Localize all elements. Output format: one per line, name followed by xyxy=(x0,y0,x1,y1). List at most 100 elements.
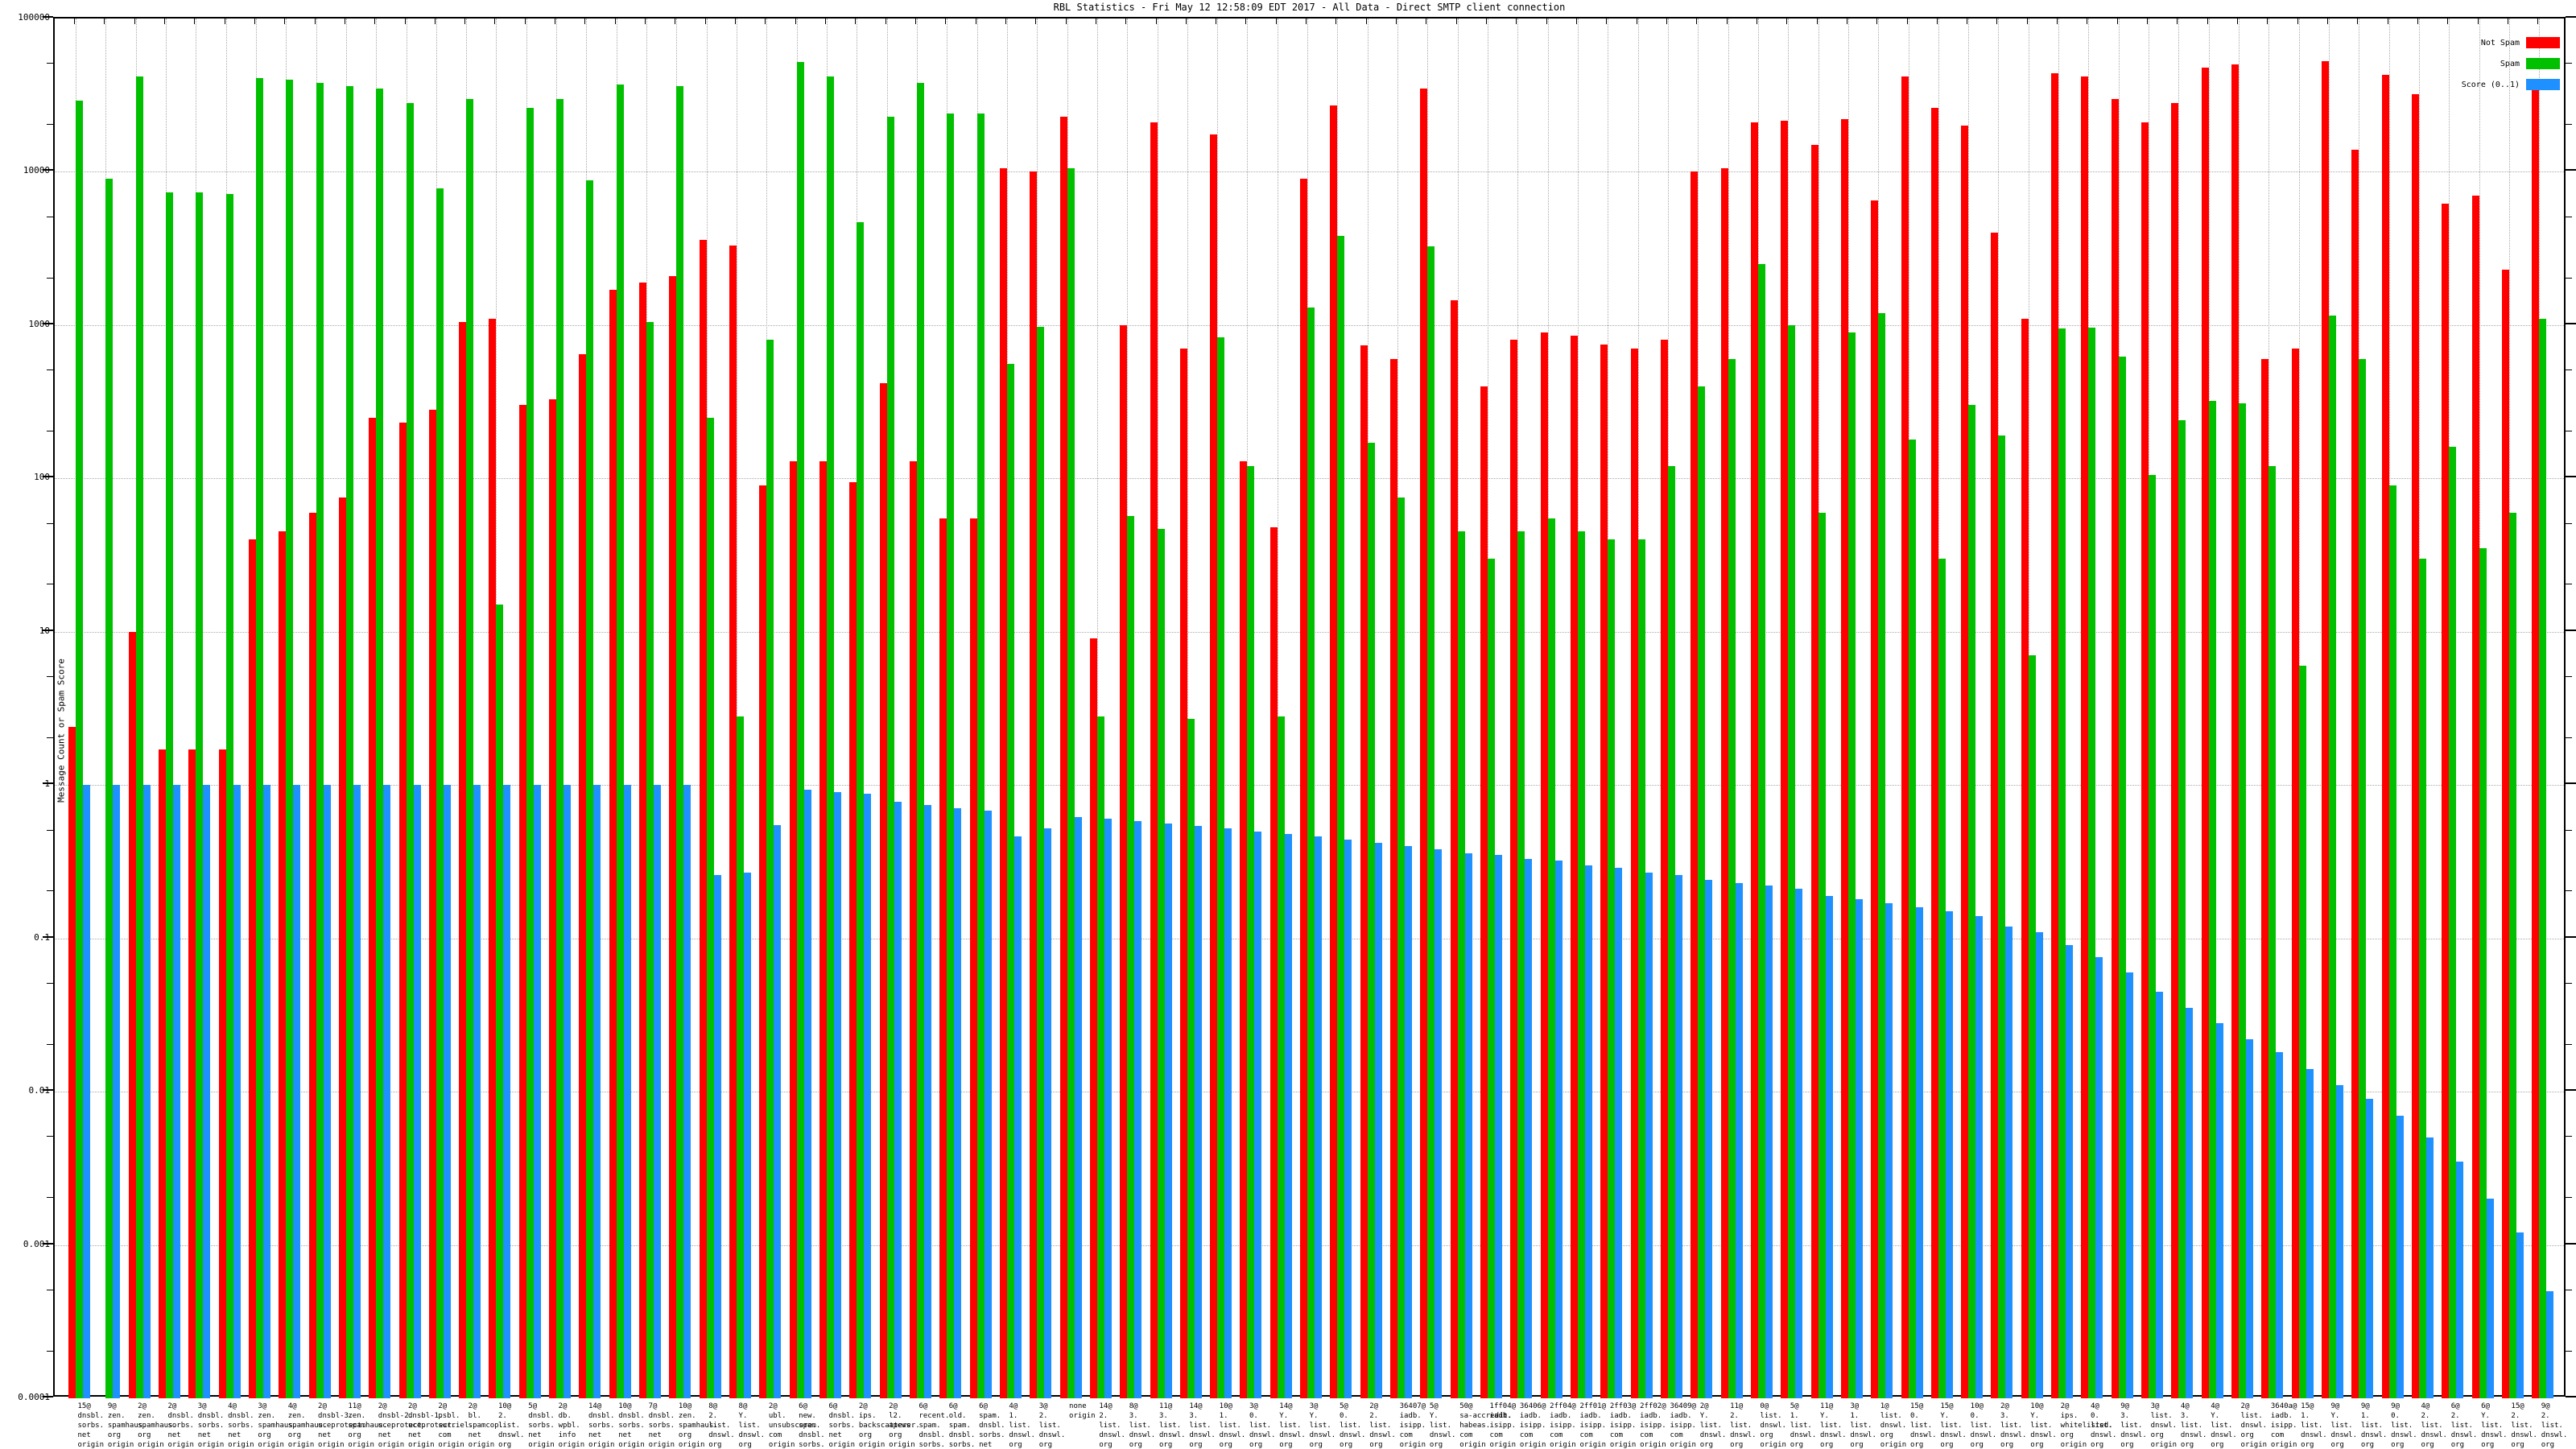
y-axis-title: Message Count or Spam Score xyxy=(56,425,67,1037)
bar-spam xyxy=(526,108,534,1398)
legend-label-not-spam: Not Spam xyxy=(2481,39,2520,47)
y-tick xyxy=(43,16,53,18)
legend-label-score: Score (0..1) xyxy=(2462,80,2520,89)
x-top-tick xyxy=(645,17,646,24)
bar-score xyxy=(1645,873,1653,1398)
x-top-tick xyxy=(2237,17,2238,24)
y-minor-tick xyxy=(47,369,53,370)
bar-score xyxy=(1916,907,1923,1398)
y-minor-tick xyxy=(47,983,53,984)
x-top-tick xyxy=(315,17,316,24)
bar-score xyxy=(2396,1116,2404,1398)
x-top-tick xyxy=(435,17,436,24)
y-minor-tick xyxy=(2566,124,2572,125)
bar-score xyxy=(1134,821,1141,1398)
bar-score xyxy=(1555,861,1563,1398)
x-top-tick xyxy=(1907,17,1908,24)
x-top-tick xyxy=(1876,17,1877,24)
y-tick xyxy=(2566,323,2576,324)
bar-score xyxy=(83,785,90,1398)
bar-not-spam xyxy=(1841,119,1848,1398)
bar-not-spam xyxy=(1210,134,1217,1398)
bar-score xyxy=(1014,836,1022,1398)
bar-not-spam xyxy=(1420,89,1427,1398)
bar-spam xyxy=(2088,328,2095,1398)
bar-score xyxy=(2095,957,2103,1398)
bar-spam xyxy=(105,179,113,1398)
bar-not-spam xyxy=(309,513,316,1398)
bar-spam xyxy=(2209,401,2216,1398)
x-top-tick xyxy=(2297,17,2298,24)
bar-score xyxy=(2306,1069,2314,1398)
bar-not-spam xyxy=(1150,122,1158,1398)
bar-score xyxy=(143,785,151,1398)
bar-spam xyxy=(1278,716,1285,1398)
bar-score xyxy=(1705,880,1712,1398)
bar-not-spam xyxy=(1991,233,1998,1398)
bar-spam xyxy=(2389,485,2396,1398)
x-top-tick xyxy=(735,17,736,24)
bar-spam xyxy=(1368,443,1375,1398)
bar-score xyxy=(473,785,481,1398)
bar-spam xyxy=(2479,548,2487,1398)
bar-not-spam xyxy=(1541,332,1548,1398)
bar-spam xyxy=(2449,447,2456,1398)
y-tick xyxy=(2566,782,2576,784)
y-tick xyxy=(2566,476,2576,477)
bar-score xyxy=(2546,1291,2553,1398)
y-minor-tick xyxy=(2566,737,2572,738)
bar-not-spam xyxy=(2261,359,2268,1398)
x-top-tick xyxy=(1125,17,1126,24)
x-top-tick xyxy=(104,17,105,24)
bar-spam xyxy=(407,103,414,1398)
bar-spam xyxy=(376,89,383,1398)
x-top-tick xyxy=(2207,17,2208,24)
y-minor-tick xyxy=(2566,1197,2572,1198)
y-minor-tick xyxy=(47,737,53,738)
y-tick xyxy=(2566,1243,2576,1245)
x-top-tick xyxy=(1066,17,1067,24)
bar-spam xyxy=(1187,719,1195,1398)
bar-score xyxy=(834,792,841,1398)
bar-not-spam xyxy=(819,461,827,1398)
bar-score xyxy=(1856,899,1863,1398)
x-top-tick xyxy=(2267,17,2268,24)
bar-score xyxy=(444,785,451,1398)
bar-score xyxy=(1104,819,1112,1398)
bar-spam xyxy=(827,76,834,1398)
bar-not-spam xyxy=(2112,99,2119,1398)
bar-spam xyxy=(1758,264,1765,1398)
y-minor-tick xyxy=(47,523,53,524)
bar-score xyxy=(1165,824,1172,1398)
y-minor-tick xyxy=(2566,369,2572,370)
bar-score xyxy=(624,785,631,1398)
bar-not-spam xyxy=(1571,336,1578,1398)
bar-spam xyxy=(2299,666,2306,1398)
bar-not-spam xyxy=(2382,75,2389,1398)
bar-not-spam xyxy=(669,276,676,1398)
bar-score xyxy=(744,873,751,1398)
y-minor-tick xyxy=(47,278,53,279)
bar-spam xyxy=(2119,357,2126,1398)
bar-score xyxy=(2156,992,2163,1398)
bar-score xyxy=(1795,889,1802,1398)
x-top-tick xyxy=(1786,17,1787,24)
bar-spam xyxy=(947,114,954,1398)
bar-not-spam xyxy=(2021,319,2029,1398)
bar-spam xyxy=(256,78,263,1398)
bar-score xyxy=(1946,911,1953,1398)
bar-not-spam xyxy=(1060,117,1067,1398)
bar-score xyxy=(564,785,571,1398)
bar-not-spam xyxy=(2502,270,2509,1398)
plot-area: Message Count or Spam Score xyxy=(53,17,2566,1397)
y-tick xyxy=(43,476,53,477)
bar-not-spam xyxy=(2051,73,2058,1398)
bar-spam xyxy=(436,188,444,1398)
bar-spam xyxy=(1608,539,1615,1398)
bar-score xyxy=(2246,1039,2253,1398)
x-top-tick xyxy=(1606,17,1607,24)
y-tick xyxy=(2566,1396,2576,1397)
bar-score xyxy=(1826,896,1833,1398)
bar-spam xyxy=(1878,313,1885,1398)
bar-spam xyxy=(586,180,593,1398)
